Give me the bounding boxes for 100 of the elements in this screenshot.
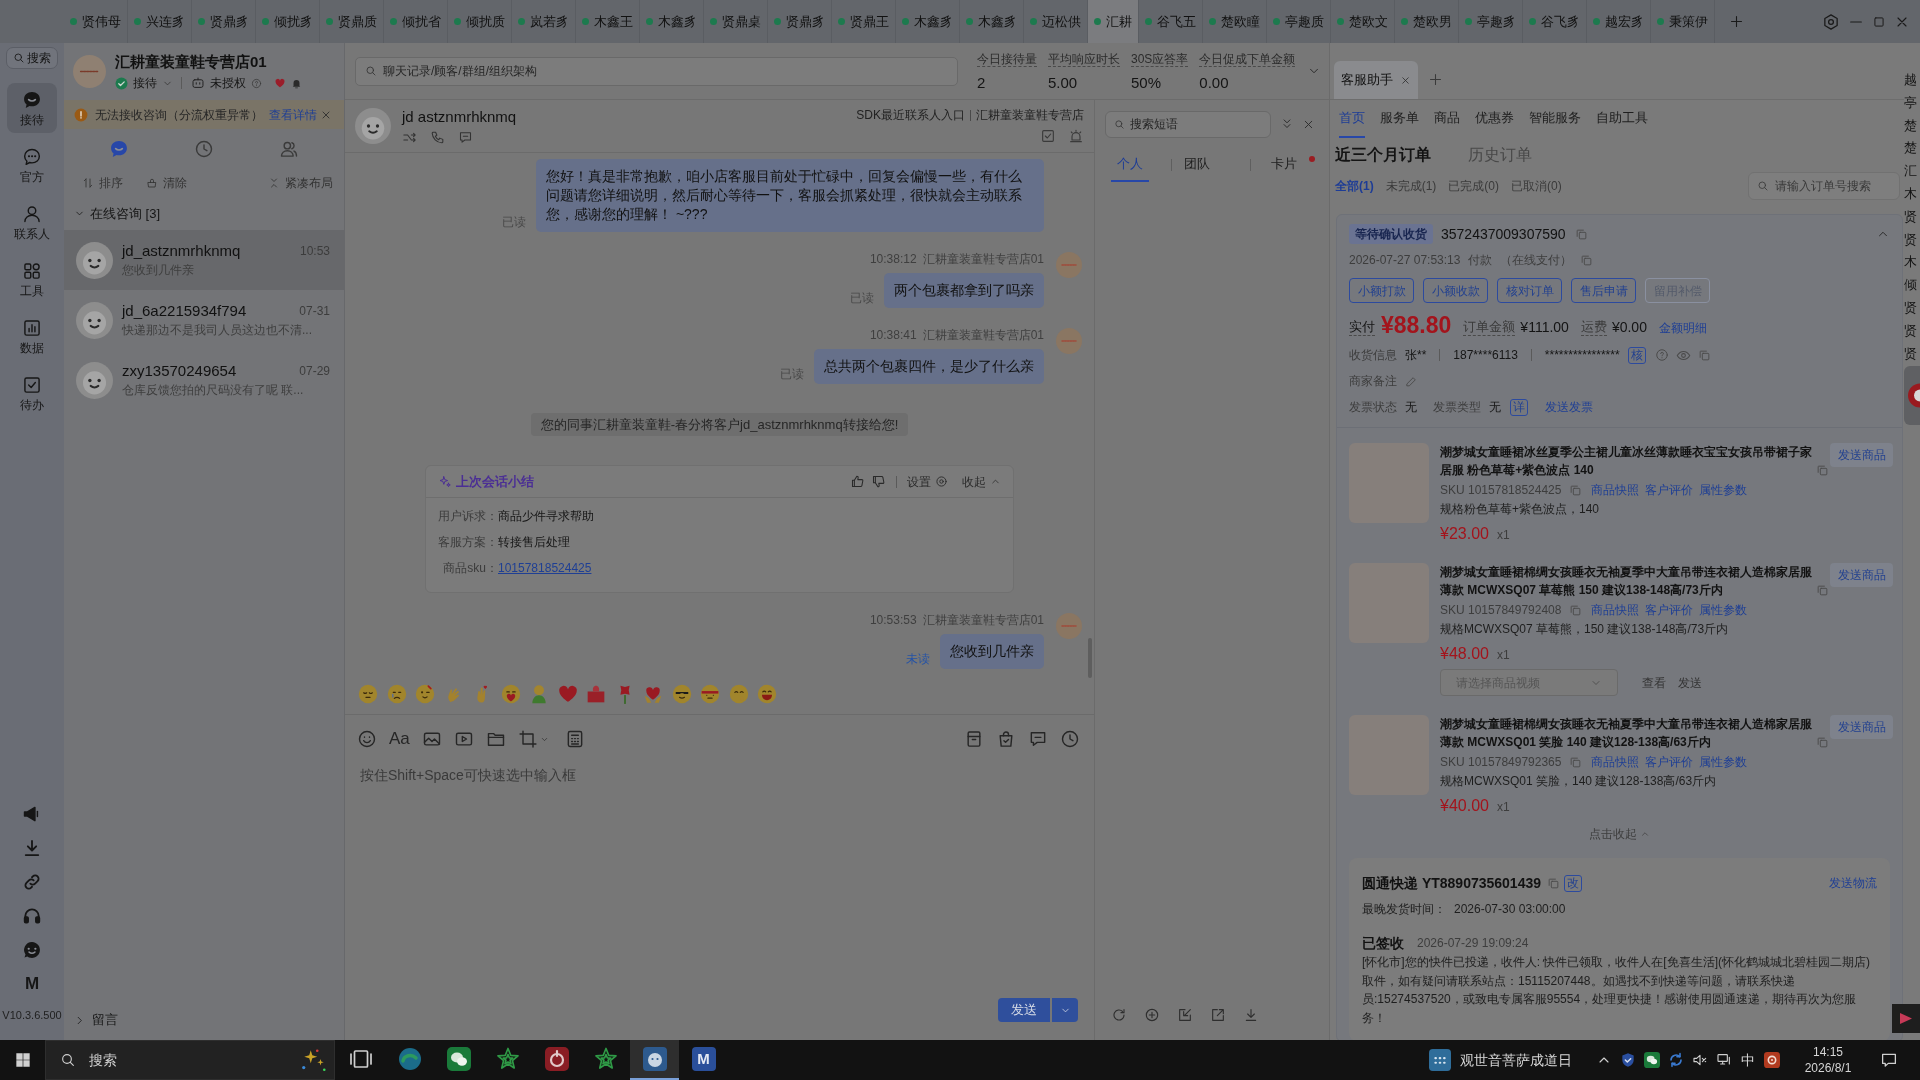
window-tab[interactable]: 贤鼎豸 <box>768 0 832 43</box>
letter-button[interactable]: M <box>24 974 40 994</box>
copy-icon[interactable] <box>1580 253 1594 267</box>
refresh-icon[interactable] <box>1111 1007 1127 1023</box>
copy-icon[interactable] <box>1816 464 1829 477</box>
input-language-label[interactable]: 中 <box>1740 1049 1756 1071</box>
order-filter[interactable]: 未完成(1) <box>1385 177 1437 195</box>
checkbox-icon[interactable] <box>1040 128 1056 144</box>
phrase-tab[interactable]: 团队 <box>1178 148 1216 182</box>
taskbar-app[interactable] <box>630 1040 679 1080</box>
smiley-icon[interactable] <box>357 729 377 749</box>
chat-face-icon[interactable] <box>22 940 42 960</box>
video-icon[interactable] <box>453 729 474 749</box>
product-link[interactable]: 属性参数 <box>1699 601 1748 619</box>
side-list-label[interactable]: 楚 <box>1904 114 1917 138</box>
window-tab[interactable]: 谷飞五 <box>1139 0 1203 43</box>
thumbs-up-icon[interactable] <box>850 474 865 489</box>
product-link[interactable]: 商品快照 <box>1591 753 1640 771</box>
add-tab-icon[interactable] <box>1729 14 1744 29</box>
smiley-emoji-icon[interactable] <box>757 684 777 704</box>
side-list-label[interactable]: 亭 <box>1904 91 1917 115</box>
sku-link[interactable]: 10157818524425 <box>498 559 592 577</box>
taskbar-search-field[interactable]: 搜索 <box>45 1040 335 1080</box>
window-tab[interactable]: 岚若豸 <box>512 0 576 43</box>
send-product-button[interactable]: 发送商品 <box>1830 443 1893 467</box>
clock-button[interactable]: 14:15 2026/8/1 <box>1798 1040 1858 1080</box>
text-format-button[interactable]: Aa <box>389 729 410 749</box>
window-tab[interactable]: 贤鼎桌 <box>704 0 768 43</box>
order-action-button[interactable]: 小额收款 <box>1423 278 1488 303</box>
order-search-field[interactable]: 请输入订单号搜索 <box>1748 172 1900 200</box>
side-list-label[interactable]: 贤 <box>1904 342 1917 366</box>
copy-icon[interactable] <box>1574 227 1588 241</box>
product-link[interactable]: 属性参数 <box>1699 481 1748 499</box>
link-icon[interactable] <box>22 872 42 892</box>
verify-button[interactable]: 核 <box>1627 346 1646 364</box>
smiley-emoji-icon[interactable] <box>386 684 407 704</box>
gift-emoji-icon[interactable] <box>586 684 606 704</box>
copy-icon[interactable] <box>1547 876 1560 890</box>
send-product-button[interactable]: 发送商品 <box>1830 715 1893 739</box>
side-list-label[interactable]: 贤 <box>1904 228 1917 252</box>
help-icon[interactable] <box>1654 348 1669 362</box>
order-filter[interactable]: 已完成(0) <box>1448 177 1499 195</box>
heart-emoji-icon[interactable] <box>643 684 663 704</box>
status-dropdown[interactable]: 接待 <box>115 76 173 90</box>
speech-bubble-icon[interactable] <box>1880 1051 1898 1069</box>
phrase-tab[interactable]: 个人 <box>1111 148 1149 182</box>
clear-button[interactable]: 清除 <box>146 174 187 192</box>
nav-tab[interactable]: 首页 <box>1339 100 1365 138</box>
copy-icon[interactable] <box>1569 483 1583 497</box>
window-tab[interactable]: 倾扰省 <box>384 0 448 43</box>
order-action-button[interactable]: 售后申请 <box>1571 278 1636 303</box>
smiley-emoji-icon[interactable] <box>415 684 435 704</box>
smiley-emoji-icon[interactable] <box>671 684 692 704</box>
layout-button[interactable]: 紧凑布局 <box>268 174 333 192</box>
people-icon[interactable] <box>278 139 299 159</box>
product-link[interactable]: 商品快照 <box>1591 601 1640 619</box>
panel-tab[interactable]: 客服助手 <box>1334 61 1418 99</box>
shield-icon[interactable] <box>1620 1052 1636 1068</box>
headset-icon[interactable] <box>22 906 42 926</box>
side-list-label[interactable]: 楚 <box>1904 137 1917 161</box>
import-icon[interactable] <box>1177 1007 1193 1023</box>
phone-icon[interactable] <box>430 129 445 145</box>
send-logistics-link[interactable]: 发送物流 <box>1829 874 1877 892</box>
copy-icon[interactable] <box>1816 736 1829 749</box>
copy-icon[interactable] <box>1697 348 1711 362</box>
message-icon[interactable] <box>1028 729 1048 749</box>
download-icon[interactable] <box>22 838 42 858</box>
clock-icon[interactable] <box>1060 729 1080 749</box>
side-list-label[interactable]: 越 <box>1904 69 1917 92</box>
side-list-label[interactable]: 倾 <box>1904 274 1917 297</box>
window-tab[interactable]: 贤鼎王 <box>832 0 896 43</box>
side-list-label[interactable]: 贤 <box>1904 319 1917 343</box>
phrase-tab[interactable]: 卡片 <box>1265 148 1303 182</box>
side-list-label[interactable]: 木 <box>1904 251 1917 275</box>
window-tab[interactable]: 楚欧瞳 <box>1203 0 1267 43</box>
smiley-emoji-icon[interactable] <box>500 684 521 704</box>
order-action-button[interactable]: 小额打款 <box>1349 278 1414 303</box>
product-link[interactable]: 属性参数 <box>1699 753 1748 771</box>
sort-button[interactable]: 排序 <box>82 174 123 192</box>
network-icon[interactable] <box>1716 1052 1732 1068</box>
chat-bubble-icon[interactable] <box>109 139 130 159</box>
rail-item[interactable]: 接待 <box>7 83 57 133</box>
crop-icon[interactable] <box>517 729 538 749</box>
leave-message-section[interactable]: 留言 <box>64 1000 344 1040</box>
settings-icon[interactable] <box>1822 12 1840 31</box>
copy-icon[interactable] <box>1569 755 1583 769</box>
product-title[interactable]: 潮梦城女童睡裙冰丝夏季公主裙儿童冰丝薄款睡衣宝宝女孩吊带裙子家居服 粉色草莓+紫色波点 140 <box>1440 443 1814 479</box>
product-link[interactable]: 客户评价 <box>1645 481 1694 499</box>
order-action-button[interactable]: 核对订单 <box>1497 278 1562 303</box>
window-tab[interactable]: 亭趣质 <box>1267 0 1331 43</box>
chat-app-icon[interactable] <box>1644 1052 1660 1068</box>
heart-icon[interactable] <box>274 77 286 89</box>
product-link[interactable]: 商品快照 <box>1591 481 1640 499</box>
send-button[interactable]: 发送 <box>998 998 1050 1022</box>
edit-button[interactable]: 改 <box>1564 874 1582 892</box>
add-tab-icon[interactable] <box>1428 72 1443 87</box>
sdk-contacts-link[interactable]: SDK最近联系人入口 <box>856 108 965 122</box>
thumbs-down-icon[interactable] <box>871 474 886 489</box>
view-button[interactable]: 查看 <box>1642 673 1666 692</box>
window-tab[interactable]: 木鑫豸 <box>640 0 704 43</box>
